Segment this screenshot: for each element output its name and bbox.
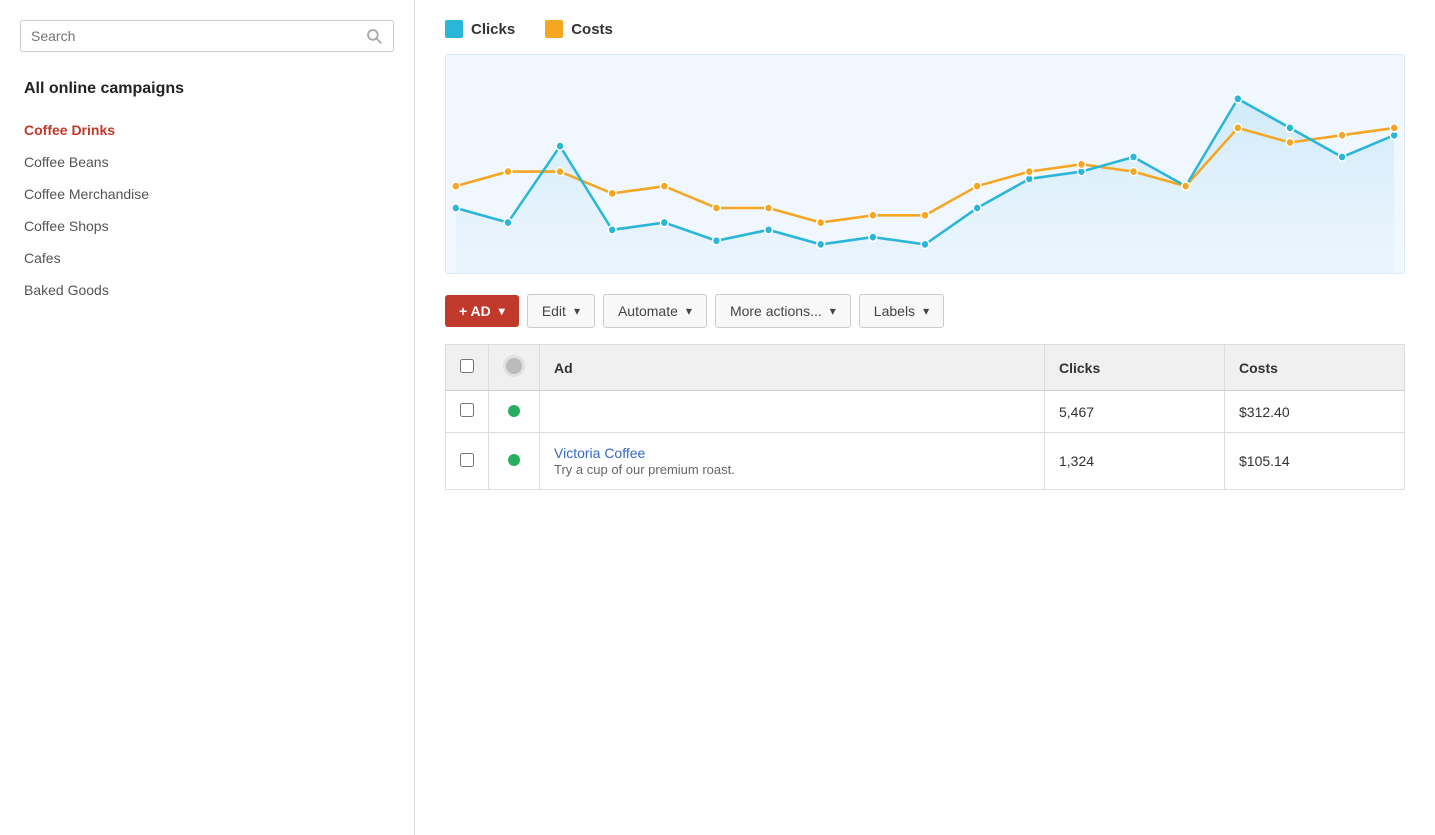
automate-button[interactable]: Automate <box>603 294 707 328</box>
add-ad-button[interactable]: + AD <box>445 295 519 327</box>
legend-clicks-label: Clicks <box>471 21 515 38</box>
legend-costs: Costs <box>545 20 613 38</box>
sidebar-item-coffee-merchandise[interactable]: Coffee Merchandise <box>20 178 394 210</box>
main-content: Clicks Costs + AD Edit Automate More act… <box>415 0 1435 835</box>
sidebar-item-coffee-drinks[interactable]: Coffee Drinks <box>20 114 394 146</box>
header-status-icon <box>503 355 525 377</box>
header-ad: Ad <box>540 345 1045 391</box>
header-checkbox[interactable] <box>460 359 474 373</box>
legend-clicks-color <box>445 20 463 38</box>
header-costs: Costs <box>1225 345 1405 391</box>
row1-clicks: 5,467 <box>1045 391 1225 433</box>
chart-legend: Clicks Costs <box>445 20 1405 38</box>
chart-svg <box>446 65 1404 273</box>
header-status-cell <box>489 345 540 391</box>
row1-costs: $312.40 <box>1225 391 1405 433</box>
edit-button[interactable]: Edit <box>527 294 595 328</box>
table-row: Victoria Coffee Try a cup of our premium… <box>446 433 1405 490</box>
ads-table: Ad Clicks Costs 5,467 $312.40 <box>445 344 1405 490</box>
search-box[interactable] <box>20 20 394 52</box>
sidebar-title: All online campaigns <box>20 80 394 98</box>
more-actions-button[interactable]: More actions... <box>715 294 851 328</box>
search-input[interactable] <box>31 28 365 44</box>
legend-costs-label: Costs <box>571 21 613 38</box>
row1-checkbox[interactable] <box>460 403 474 417</box>
sidebar-item-baked-goods[interactable]: Baked Goods <box>20 274 394 306</box>
row1-status-cell <box>489 391 540 433</box>
row1-ad-cell <box>540 391 1045 433</box>
row1-status-dot <box>508 405 520 417</box>
row2-checkbox[interactable] <box>460 453 474 467</box>
sidebar-item-coffee-beans[interactable]: Coffee Beans <box>20 146 394 178</box>
toolbar: + AD Edit Automate More actions... Label… <box>445 294 1405 328</box>
row2-ad-name-link[interactable]: Victoria Coffee <box>554 445 645 461</box>
legend-clicks: Clicks <box>445 20 515 38</box>
search-icon <box>365 27 383 45</box>
row1-checkbox-cell[interactable] <box>446 391 489 433</box>
legend-costs-color <box>545 20 563 38</box>
labels-button[interactable]: Labels <box>859 294 944 328</box>
row2-ad-description: Try a cup of our premium roast. <box>554 462 735 477</box>
row2-checkbox-cell[interactable] <box>446 433 489 490</box>
row2-clicks: 1,324 <box>1045 433 1225 490</box>
sidebar-item-cafes[interactable]: Cafes <box>20 242 394 274</box>
sidebar: All online campaigns Coffee Drinks Coffe… <box>0 0 415 835</box>
row2-costs: $105.14 <box>1225 433 1405 490</box>
row2-status-cell <box>489 433 540 490</box>
header-checkbox-cell[interactable] <box>446 345 489 391</box>
table-header-row: Ad Clicks Costs <box>446 345 1405 391</box>
header-clicks: Clicks <box>1045 345 1225 391</box>
sidebar-item-coffee-shops[interactable]: Coffee Shops <box>20 210 394 242</box>
row2-ad-cell: Victoria Coffee Try a cup of our premium… <box>540 433 1045 490</box>
table-row: 5,467 $312.40 <box>446 391 1405 433</box>
row2-status-dot <box>508 454 520 466</box>
line-chart <box>445 54 1405 274</box>
